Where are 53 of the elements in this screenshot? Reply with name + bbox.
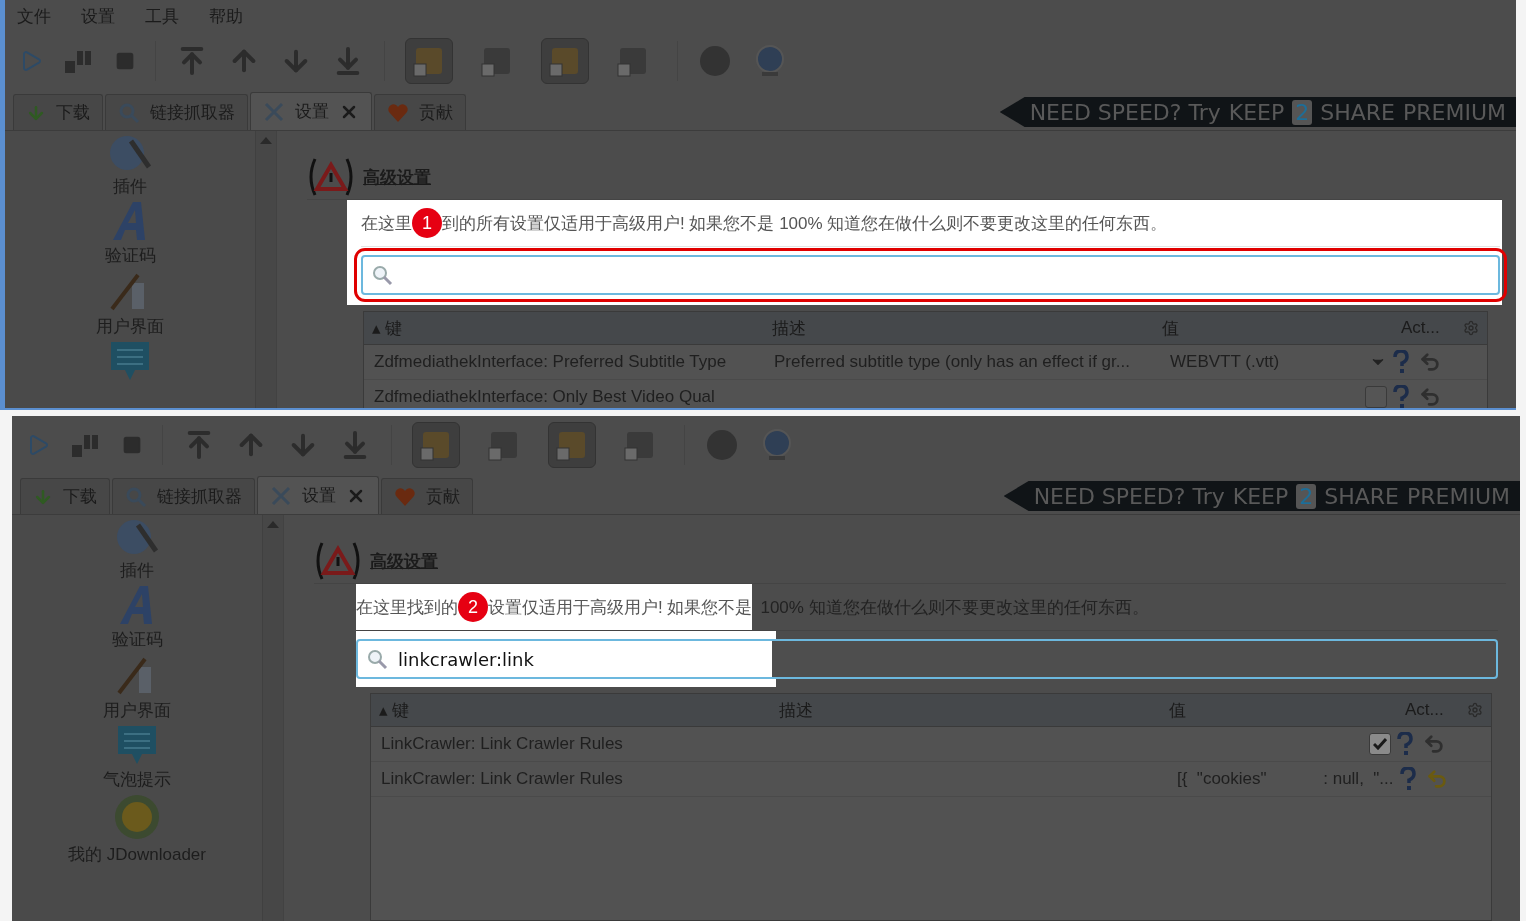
settings-icon[interactable]: [1463, 320, 1479, 336]
toggle-button[interactable]: [412, 422, 460, 468]
banner-brand: KEEP: [1228, 99, 1285, 125]
description-text: 设置仅适用于高级用户! 如果您不是: [488, 596, 753, 619]
search-icon: [371, 264, 393, 286]
scroll-up-icon[interactable]: [267, 521, 279, 528]
search-icon: [366, 648, 388, 670]
search-field[interactable]: linkcrawler:link: [356, 639, 1498, 679]
help-icon[interactable]: [1399, 767, 1416, 791]
tab[interactable]: 设置: [257, 476, 379, 514]
tab[interactable]: 设置: [250, 92, 372, 130]
banner-brand: SHARE: [1324, 483, 1399, 509]
globe-tools-icon: [107, 133, 153, 173]
tools-icon: [270, 484, 292, 507]
revert-icon[interactable]: [1419, 351, 1441, 373]
banner-text: NEED SPEED? Try: [1033, 483, 1225, 509]
banner-text: PREMIUM: [1403, 99, 1506, 125]
checkbox[interactable]: [1369, 733, 1391, 755]
promo-banner[interactable]: NEED SPEED? Try KEEP 2 SHARE PREMIUM: [999, 97, 1516, 127]
settings-icon[interactable]: [1467, 702, 1483, 718]
banner-brand: KEEP: [1232, 483, 1289, 509]
description-text: 到的所有设置仅适用于高级用户! 如果您不是 100% 知道您在做什么则不要更改这里的任何东西。: [442, 212, 1168, 235]
revert-icon[interactable]: [1423, 733, 1445, 755]
banner-text: PREMIUM: [1407, 483, 1510, 509]
warning-icon: [307, 157, 355, 197]
globe-tools-icon: [114, 517, 160, 557]
step-badge: 1: [412, 208, 442, 238]
toggle-button[interactable]: [541, 38, 589, 84]
help-icon[interactable]: [1393, 385, 1409, 408]
help-icon[interactable]: [1393, 350, 1409, 374]
warning-icon: [314, 541, 362, 581]
revert-icon[interactable]: [1425, 768, 1448, 790]
step-badge: 2: [458, 592, 488, 622]
stop-icon[interactable]: [115, 51, 135, 71]
checkbox[interactable]: [1365, 386, 1387, 408]
scroll-up-icon[interactable]: [260, 137, 272, 144]
tools-icon: [263, 100, 285, 123]
stop-icon[interactable]: [122, 435, 142, 455]
banner-brand: SHARE: [1320, 99, 1395, 125]
search-input[interactable]: linkcrawler:link: [396, 647, 700, 671]
banner-number: 2: [1296, 483, 1317, 509]
help-icon[interactable]: [1397, 732, 1413, 756]
promo-banner[interactable]: NEED SPEED? Try KEEP 2 SHARE PREMIUM: [1003, 481, 1520, 511]
banner-number: 2: [1292, 99, 1313, 125]
heart-icon: [394, 486, 416, 507]
heart-icon: [387, 102, 409, 123]
banner-text: NEED SPEED? Try: [1029, 99, 1221, 125]
toggle-button[interactable]: [405, 38, 453, 84]
checkmark-icon: [1373, 738, 1387, 750]
toggle-button[interactable]: [548, 422, 596, 468]
description-text: 在这里找到的: [356, 596, 458, 619]
revert-icon[interactable]: [1419, 386, 1441, 408]
description-text: 在这里: [361, 212, 412, 235]
